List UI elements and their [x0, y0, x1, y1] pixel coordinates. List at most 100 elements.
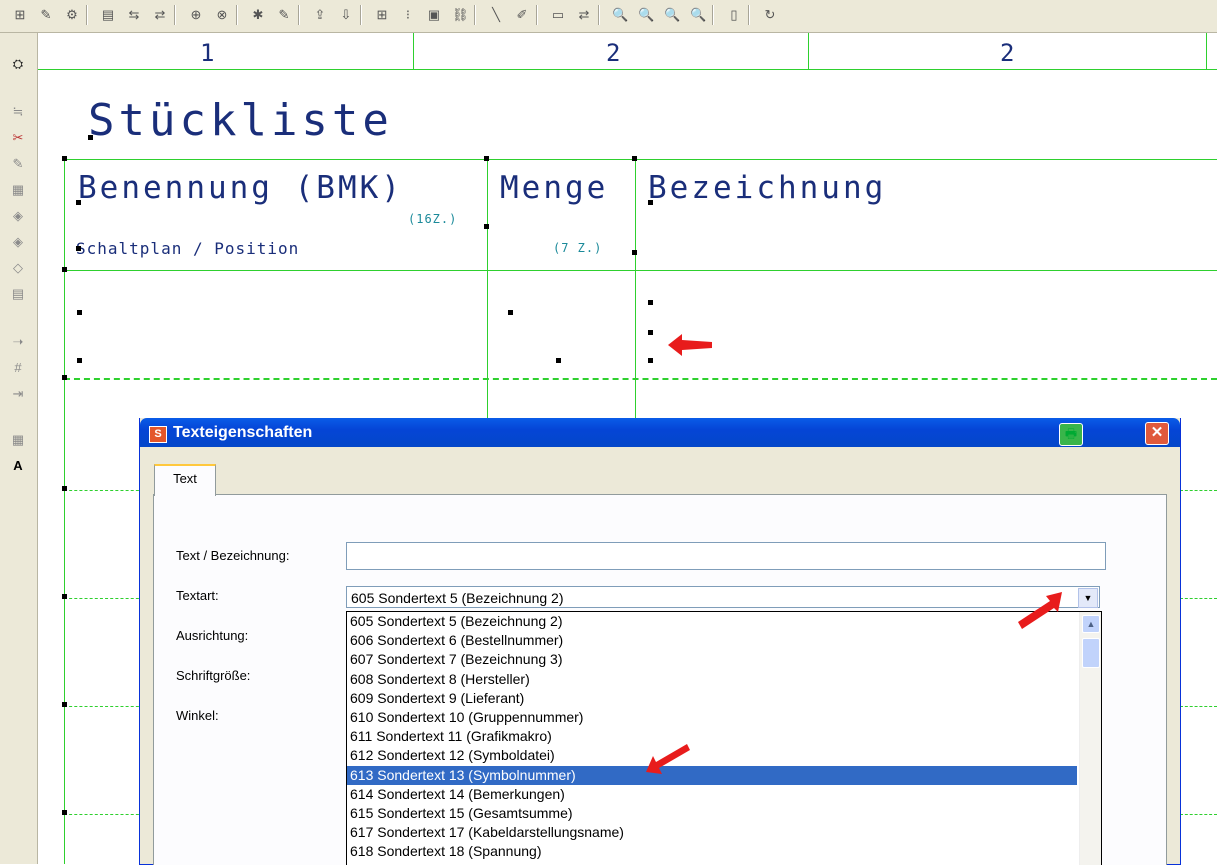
red-arrow-icon: [1018, 592, 1062, 629]
dashed-row-line: [1180, 814, 1217, 815]
split-icon[interactable]: ⇆: [126, 6, 142, 23]
import-icon[interactable]: ⇩: [338, 6, 354, 23]
zoom-window-icon[interactable]: 🔍: [664, 6, 680, 23]
list-item[interactable]: 615 Sondertext 15 (Gesamtsumme): [347, 804, 1101, 823]
insert-row-icon[interactable]: ⊕: [188, 6, 204, 23]
list-item[interactable]: 609 Sondertext 9 (Lieferant): [347, 689, 1101, 708]
scroll-thumb[interactable]: [1082, 638, 1100, 668]
text-icon[interactable]: A: [9, 457, 27, 475]
close-button[interactable]: ✕: [1145, 422, 1169, 445]
col-sub-schaltplan[interactable]: Schaltplan / Position: [76, 239, 299, 258]
list-item[interactable]: 610 Sondertext 10 (Gruppennummer): [347, 708, 1101, 727]
selection-handle[interactable]: [62, 810, 67, 815]
zoom-all-icon[interactable]: 🔍: [690, 6, 706, 23]
symbol3-icon[interactable]: ◇: [9, 259, 27, 277]
toolbar-separator: [86, 5, 88, 25]
textart-dropdown-list[interactable]: 605 Sondertext 5 (Bezeichnung 2) 606 Son…: [346, 611, 1102, 865]
col-header-bezeichnung[interactable]: Bezeichnung: [648, 170, 886, 206]
list-item[interactable]: 612 Sondertext 12 (Symboldatei): [347, 746, 1101, 765]
macro-icon[interactable]: ✱: [250, 6, 266, 23]
export-icon[interactable]: ⇪: [312, 6, 328, 23]
symbol2-icon[interactable]: ◈: [9, 233, 27, 251]
grid-dots-icon[interactable]: ⁝: [400, 6, 416, 23]
dialog-titlebar[interactable]: S Texteigenschaften 🖶 ✕: [140, 418, 1180, 447]
selection-handle[interactable]: [76, 246, 81, 251]
selection-handle[interactable]: [62, 156, 67, 161]
col-hint[interactable]: (16Z.): [408, 212, 457, 226]
list-item[interactable]: 611 Sondertext 11 (Grafikmakro): [347, 727, 1101, 746]
arrow-right-icon[interactable]: ➝: [9, 333, 27, 351]
selection-handle[interactable]: [62, 702, 67, 707]
selection-handle[interactable]: [76, 200, 81, 205]
selection-handle[interactable]: [62, 267, 67, 272]
selection-handle[interactable]: [648, 330, 653, 335]
macro-edit-icon[interactable]: ✎: [276, 6, 292, 23]
swap-icon[interactable]: ⇄: [576, 6, 592, 23]
scroll-up-icon[interactable]: ▲: [1082, 615, 1100, 633]
find-icon[interactable]: ⛭: [9, 55, 27, 73]
zoom-in-icon[interactable]: 🔍: [612, 6, 628, 23]
selection-handle[interactable]: [62, 375, 67, 380]
cut-icon[interactable]: ✂: [9, 129, 27, 147]
main-toolbar: ⊞ ✎ ⚙ ▤ ⇆ ⇄ ⊕ ⊗ ✱ ✎ ⇪ ⇩ ⊞ ⁝ ▣ ⛓ ╲ ✐ ▭ ⇄ 🔍 🔍 🔍 🔍 ▯ ↻: [0, 0, 1217, 33]
tab-text[interactable]: Text: [154, 464, 216, 496]
select-icon[interactable]: ⊞: [12, 6, 28, 23]
list-scrollbar[interactable]: ▲: [1079, 612, 1101, 865]
list-item[interactable]: 614 Sondertext 14 (Bemerkungen): [347, 785, 1101, 804]
grid-icon[interactable]: ▦: [9, 431, 27, 449]
refresh-icon[interactable]: ↻: [762, 6, 778, 23]
selection-handle[interactable]: [556, 358, 561, 363]
merge-icon[interactable]: ⇄: [152, 6, 168, 23]
zoom-out-icon[interactable]: 🔍: [638, 6, 654, 23]
hash-icon[interactable]: #: [9, 359, 27, 377]
list-item[interactable]: 618 Sondertext 18 (Spannung): [347, 842, 1101, 861]
selection-handle[interactable]: [508, 310, 513, 315]
props-icon[interactable]: ⚙: [64, 6, 80, 23]
selection-handle[interactable]: [88, 135, 93, 140]
drawing-title[interactable]: Stückliste: [88, 95, 393, 146]
line-icon[interactable]: ╲: [488, 6, 504, 23]
selection-handle[interactable]: [648, 358, 653, 363]
symbol4-icon[interactable]: ▤: [9, 285, 27, 303]
selection-handle[interactable]: [648, 200, 653, 205]
table-icon[interactable]: ▤: [100, 6, 116, 23]
selection-handle[interactable]: [77, 310, 82, 315]
print-icon[interactable]: 🖶: [1059, 423, 1083, 446]
list-item-highlighted[interactable]: 613 Sondertext 13 (Symbolnummer): [347, 765, 1077, 785]
list-item[interactable]: 605 Sondertext 5 (Bezeichnung 2): [347, 612, 1101, 631]
selection-handle[interactable]: [62, 594, 67, 599]
col-header-benennung[interactable]: Benennung (BMK): [78, 170, 403, 206]
selection-handle[interactable]: [77, 358, 82, 363]
toolbar-separator: [598, 5, 600, 25]
pen-icon[interactable]: ✐: [514, 6, 530, 23]
table-icon[interactable]: ▦: [9, 181, 27, 199]
selection-handle[interactable]: [62, 486, 67, 491]
chevron-down-icon[interactable]: ▼: [1078, 588, 1098, 608]
symbol-icon[interactable]: ◈: [9, 207, 27, 225]
selection-handle[interactable]: [648, 300, 653, 305]
col-hint[interactable]: (7 Z.): [553, 241, 602, 255]
tool-icon[interactable]: ≒: [9, 103, 27, 121]
window-icon[interactable]: ▭: [550, 6, 566, 23]
edit-icon[interactable]: ✎: [9, 155, 27, 173]
connector-icon[interactable]: ⇥: [9, 385, 27, 403]
frame-icon[interactable]: ▣: [426, 6, 442, 23]
label-ausrichtung: Ausrichtung:: [176, 628, 249, 643]
col-header-menge[interactable]: Menge: [500, 170, 608, 206]
list-item[interactable]: 617 Sondertext 17 (Kabeldarstellungsname…: [347, 823, 1101, 842]
list-item[interactable]: 606 Sondertext 6 (Bestellnummer): [347, 631, 1101, 650]
link-icon[interactable]: ⛓: [452, 6, 469, 23]
list-item[interactable]: 608 Sondertext 8 (Hersteller): [347, 670, 1101, 689]
selection-handle[interactable]: [484, 156, 489, 161]
edit-icon[interactable]: ✎: [38, 6, 54, 23]
list-item[interactable]: 607 Sondertext 7 (Bezeichnung 3): [347, 650, 1101, 669]
insert-col-icon[interactable]: ⊗: [214, 6, 230, 23]
textart-select[interactable]: 605 Sondertext 5 (Bezeichnung 2) ▼: [346, 586, 1100, 608]
grid-icon[interactable]: ⊞: [374, 6, 390, 23]
selection-handle[interactable]: [484, 224, 489, 229]
selection-handle[interactable]: [632, 250, 637, 255]
left-toolbar: ⛭ ≒ ✂ ✎ ▦ ◈ ◈ ◇ ▤ ➝ # ⇥ ▦ A: [0, 33, 38, 864]
text-input[interactable]: [346, 542, 1106, 570]
selection-handle[interactable]: [632, 156, 637, 161]
book-icon[interactable]: ▯: [726, 6, 742, 23]
